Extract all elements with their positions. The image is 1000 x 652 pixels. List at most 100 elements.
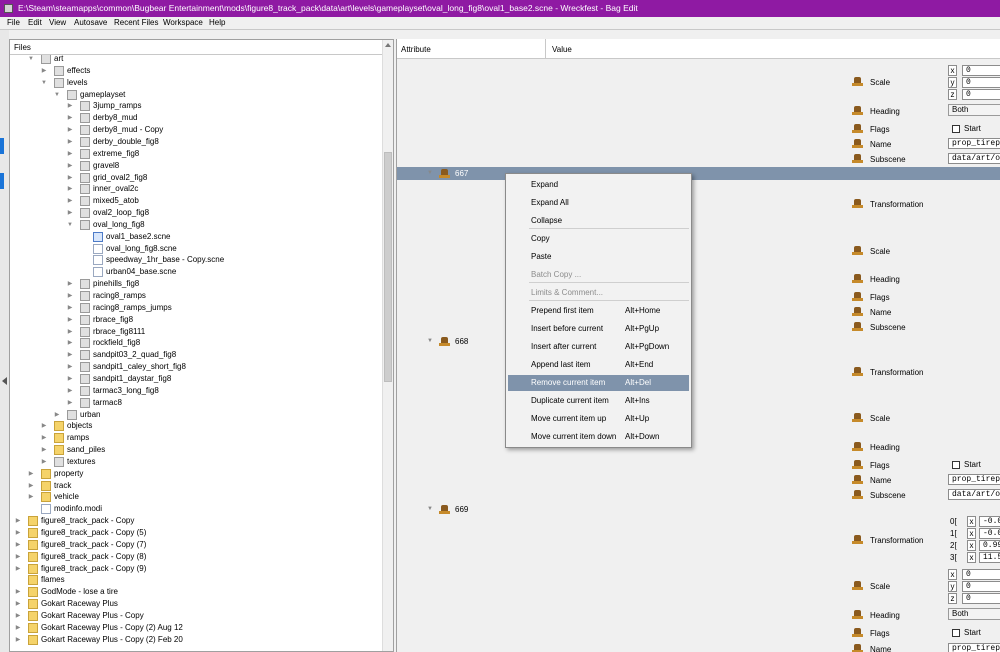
heading-dropdown[interactable]: Both bbox=[948, 608, 1000, 620]
chevron-right-icon[interactable]: ▶ bbox=[53, 409, 61, 421]
chevron-right-icon[interactable]: ▶ bbox=[40, 456, 48, 468]
chevron-right-icon[interactable]: ▶ bbox=[66, 397, 74, 409]
chevron-right-icon[interactable]: ▶ bbox=[14, 563, 22, 575]
menu-edit[interactable]: Edit bbox=[28, 18, 42, 27]
chevron-right-icon[interactable]: ▶ bbox=[14, 634, 22, 646]
chevron-right-icon[interactable]: ▶ bbox=[14, 586, 22, 598]
context-menu-item[interactable]: Paste bbox=[508, 249, 689, 265]
attribute-group-row[interactable]: ▼ 667 bbox=[397, 167, 1000, 180]
chevron-right-icon[interactable]: ▶ bbox=[66, 160, 74, 172]
files-scrollbar[interactable] bbox=[382, 40, 393, 651]
flag-checkbox[interactable] bbox=[952, 461, 960, 469]
chevron-right-icon[interactable]: ▶ bbox=[66, 136, 74, 148]
chevron-right-icon[interactable]: ▶ bbox=[66, 172, 74, 184]
value-field[interactable]: -0.0185547 bbox=[979, 516, 1000, 527]
value-field[interactable]: 0 bbox=[962, 569, 1000, 580]
chevron-right-icon[interactable]: ▶ bbox=[66, 195, 74, 207]
chevron-right-icon[interactable]: ▶ bbox=[66, 326, 74, 338]
menu-view[interactable]: View bbox=[49, 18, 66, 27]
chevron-right-icon[interactable]: ▶ bbox=[66, 290, 74, 302]
chevron-right-icon[interactable]: ▶ bbox=[14, 551, 22, 563]
chevron-right-icon[interactable]: ▶ bbox=[14, 622, 22, 634]
chevron-down-icon[interactable]: ▼ bbox=[427, 167, 433, 180]
value-column-header[interactable]: Value bbox=[552, 45, 572, 54]
chevron-right-icon[interactable]: ▶ bbox=[14, 539, 22, 551]
context-menu-item[interactable]: Copy bbox=[508, 231, 689, 247]
subscene-field[interactable]: data/art/objects/prop_tirepile_black05.s… bbox=[948, 489, 1000, 500]
value-field[interactable]: -0.0039258 bbox=[979, 528, 1000, 539]
chevron-right-icon[interactable]: ▶ bbox=[66, 183, 74, 195]
value-field[interactable]: 0 bbox=[962, 89, 1000, 100]
folder-icon bbox=[80, 338, 90, 349]
context-menu-item[interactable]: Collapse bbox=[508, 213, 689, 229]
context-menu-item[interactable]: Remove current item Alt+Del bbox=[508, 375, 689, 391]
chevron-right-icon[interactable]: ▶ bbox=[66, 349, 74, 361]
chevron-down-icon[interactable]: ▼ bbox=[66, 219, 74, 231]
left-splitter[interactable] bbox=[0, 30, 9, 652]
collapse-left-icon[interactable] bbox=[2, 377, 7, 385]
chevron-down-icon[interactable]: ▼ bbox=[40, 77, 48, 89]
chevron-right-icon[interactable]: ▶ bbox=[27, 468, 35, 480]
chevron-right-icon[interactable]: ▶ bbox=[14, 515, 22, 527]
heading-dropdown[interactable]: Both bbox=[948, 104, 1000, 116]
chevron-down-icon[interactable]: ▼ bbox=[427, 503, 433, 516]
chevron-right-icon[interactable]: ▶ bbox=[66, 385, 74, 397]
context-menu-item[interactable]: Prepend first item Alt+Home bbox=[508, 303, 689, 319]
chevron-right-icon[interactable]: ▶ bbox=[66, 361, 74, 373]
menu-recent-files[interactable]: Recent Files bbox=[114, 18, 158, 27]
chevron-right-icon[interactable]: ▶ bbox=[40, 444, 48, 456]
chevron-right-icon[interactable]: ▶ bbox=[66, 124, 74, 136]
chevron-right-icon[interactable]: ▶ bbox=[66, 207, 74, 219]
value-field[interactable]: 11.558 bbox=[979, 552, 1000, 563]
menu-workspace[interactable]: Workspace bbox=[163, 18, 203, 27]
chevron-right-icon[interactable]: ▶ bbox=[27, 491, 35, 503]
menu-file[interactable]: File bbox=[7, 18, 20, 27]
name-field[interactable]: prop_tirepile_black05#xref008 bbox=[948, 474, 1000, 485]
chevron-right-icon[interactable]: ▶ bbox=[66, 314, 74, 326]
column-divider[interactable] bbox=[545, 39, 546, 59]
value-field[interactable]: 0 bbox=[962, 581, 1000, 592]
scroll-up-icon[interactable] bbox=[385, 43, 391, 47]
value-field[interactable]: 0 bbox=[962, 593, 1000, 604]
chevron-right-icon[interactable]: ▶ bbox=[40, 432, 48, 444]
files-scroll-thumb[interactable] bbox=[384, 152, 392, 382]
flag-checkbox[interactable] bbox=[952, 629, 960, 637]
chevron-right-icon[interactable]: ▶ bbox=[66, 148, 74, 160]
name-field[interactable]: prop_tirepile_black05#xref009 bbox=[948, 643, 1000, 652]
context-menu-item[interactable]: Insert before current Alt+PgUp bbox=[508, 321, 689, 337]
chevron-down-icon[interactable]: ▼ bbox=[53, 89, 61, 101]
chevron-right-icon[interactable]: ▶ bbox=[66, 302, 74, 314]
context-menu-item[interactable]: Move current item up Alt+Up bbox=[508, 411, 689, 427]
attribute-group-row[interactable]: ▼ 669 bbox=[397, 503, 1000, 516]
subscene-field[interactable]: data/art/objects/prop_tirepile_black05.s… bbox=[948, 153, 1000, 164]
tree-item-label: Gokart Raceway Plus - Copy (2) Aug 12 bbox=[41, 622, 183, 632]
chevron-right-icon[interactable]: ▶ bbox=[66, 112, 74, 124]
value-field[interactable]: 0 bbox=[962, 77, 1000, 88]
chevron-right-icon[interactable]: ▶ bbox=[66, 337, 74, 349]
chevron-right-icon[interactable]: ▶ bbox=[40, 65, 48, 77]
context-menu-item[interactable]: Append last item Alt+End bbox=[508, 357, 689, 373]
menu-autosave[interactable]: Autosave bbox=[74, 18, 107, 27]
context-menu-item[interactable]: Duplicate current item Alt+Ins bbox=[508, 393, 689, 409]
name-field[interactable]: prop_tirepile_black05#xref006 bbox=[948, 138, 1000, 149]
chevron-right-icon[interactable]: ▶ bbox=[66, 100, 74, 112]
chevron-right-icon[interactable]: ▶ bbox=[14, 527, 22, 539]
chevron-right-icon[interactable]: ▶ bbox=[27, 480, 35, 492]
chevron-down-icon[interactable]: ▼ bbox=[27, 55, 35, 65]
chevron-right-icon[interactable]: ▶ bbox=[14, 598, 22, 610]
chevron-right-icon[interactable]: ▶ bbox=[14, 610, 22, 622]
context-menu-item[interactable]: Insert after current Alt+PgDown bbox=[508, 339, 689, 355]
attribute-column-header[interactable]: Attribute bbox=[401, 45, 431, 54]
chevron-right-icon[interactable]: ▶ bbox=[66, 278, 74, 290]
chevron-down-icon[interactable]: ▼ bbox=[427, 335, 433, 348]
chevron-right-icon[interactable]: ▶ bbox=[66, 373, 74, 385]
value-field[interactable]: 0.99982 bbox=[979, 540, 1000, 551]
context-menu-item[interactable]: Expand bbox=[508, 177, 689, 193]
attribute-group-row[interactable]: ▼ 668 bbox=[397, 335, 1000, 348]
context-menu-item[interactable]: Expand All bbox=[508, 195, 689, 211]
context-menu-item[interactable]: Move current item down Alt+Down bbox=[508, 429, 689, 445]
flag-checkbox[interactable] bbox=[952, 125, 960, 133]
chevron-right-icon[interactable]: ▶ bbox=[40, 420, 48, 432]
value-field[interactable]: 0 bbox=[962, 65, 1000, 76]
menu-help[interactable]: Help bbox=[209, 18, 225, 27]
